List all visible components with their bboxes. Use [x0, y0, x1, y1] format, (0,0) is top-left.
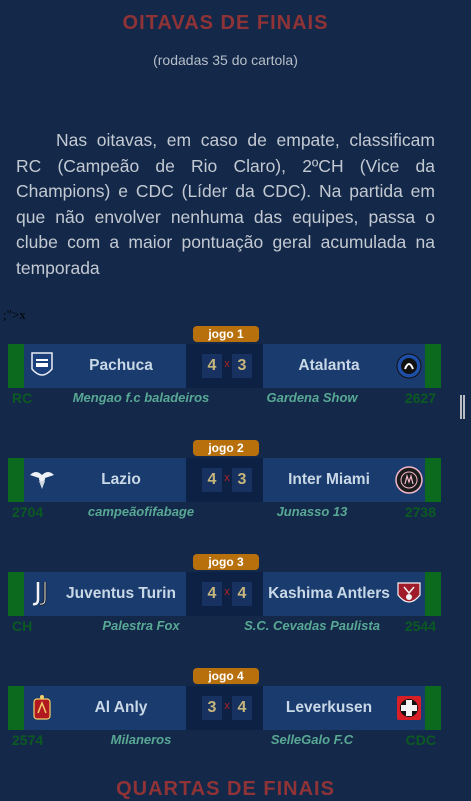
- away-score: 4: [232, 582, 252, 606]
- juventus-crest-icon: [28, 578, 56, 610]
- leverkusen-crest-icon: [395, 692, 423, 724]
- home-team[interactable]: Pachuca: [24, 344, 186, 388]
- vs-separator: x: [224, 700, 230, 712]
- match-row: Al Anly 3 x 4 Leverkusen: [8, 686, 441, 730]
- away-team[interactable]: Kashima Antlers: [263, 572, 425, 616]
- away-team[interactable]: Atalanta: [263, 344, 425, 388]
- home-score: 3: [202, 696, 222, 720]
- match-label-badge: jogo 1: [193, 326, 259, 342]
- match-row: Juventus Turin 4 x 4 Kashima Antlers: [8, 572, 441, 616]
- away-stripe: [425, 458, 441, 502]
- away-coach: S.C. Cevadas Paulista: [244, 618, 380, 633]
- rules-description: Nas oitavas, em caso de empate, classifi…: [16, 130, 435, 278]
- home-team-name: Lazio: [101, 471, 141, 488]
- match-row: Lazio 4 x 3 Inter Miami: [8, 458, 441, 502]
- home-coach: Mengao f.c baladeiros: [72, 390, 210, 405]
- match-card: jogo 1 Pachuca 4 x 3 Atalanta RC Mengao …: [0, 326, 451, 416]
- home-stripe: [8, 458, 24, 502]
- vs-separator: x: [224, 358, 230, 370]
- away-coach: Gardena Show: [266, 390, 358, 405]
- match-card: jogo 2 Lazio 4 x 3 Inter Miami 2704 camp…: [0, 440, 451, 530]
- match-label-badge: jogo 3: [193, 554, 259, 570]
- home-team[interactable]: Juventus Turin: [24, 572, 186, 616]
- al-ahly-crest-icon: [28, 692, 56, 724]
- home-coach: Palestra Fox: [102, 618, 180, 633]
- match-card: jogo 4 Al Anly 3 x 4 Leverkusen 2574 Mil…: [0, 668, 451, 758]
- inter-miami-crest-icon: [395, 464, 423, 496]
- scrollbar-handle[interactable]: [460, 395, 465, 419]
- home-score: 4: [202, 468, 222, 492]
- home-stripe: [8, 344, 24, 388]
- away-coach: Junasso 13: [276, 504, 348, 519]
- away-team[interactable]: Leverkusen: [263, 686, 425, 730]
- away-coach: SelleGalo F.C: [270, 732, 354, 747]
- home-team[interactable]: Lazio: [24, 458, 186, 502]
- match-card: jogo 3 Juventus Turin 4 x 4 Kashima Antl…: [0, 554, 451, 644]
- pachuca-crest-icon: [28, 350, 56, 382]
- away-stripe: [425, 344, 441, 388]
- home-coach: campeãofifabage: [87, 504, 195, 519]
- away-team-name: Atalanta: [298, 357, 360, 374]
- home-stripe: [8, 686, 24, 730]
- vs-separator: x: [224, 586, 230, 598]
- home-score: 4: [202, 582, 222, 606]
- vs-separator: x: [224, 472, 230, 484]
- home-team-name: Pachuca: [89, 357, 153, 374]
- away-code: 2738: [404, 504, 436, 520]
- kashima-crest-icon: [395, 578, 423, 610]
- home-team[interactable]: Al Anly: [24, 686, 186, 730]
- stray-markup-text: ;">x: [3, 307, 26, 322]
- away-score: 3: [232, 354, 252, 378]
- home-team-name: Al Anly: [94, 699, 148, 716]
- lazio-crest-icon: [28, 464, 56, 496]
- page-subtitle: (rodadas 35 do cartola): [153, 52, 298, 68]
- match-row: Pachuca 4 x 3 Atalanta: [8, 344, 441, 388]
- away-team-name: Leverkusen: [285, 699, 373, 716]
- home-stripe: [8, 572, 24, 616]
- away-team-name: Kashima Antlers: [268, 585, 390, 602]
- next-section-title: QUARTAS DE FINAIS: [116, 778, 335, 800]
- away-stripe: [425, 686, 441, 730]
- away-code: CDC: [405, 732, 436, 748]
- home-coach: Milaneros: [110, 732, 172, 747]
- home-team-name: Juventus Turin: [66, 585, 176, 602]
- away-team-name: Inter Miami: [288, 471, 370, 488]
- away-code: 2627: [404, 390, 436, 406]
- match-label-badge: jogo 2: [193, 440, 259, 456]
- away-team[interactable]: Inter Miami: [263, 458, 425, 502]
- atalanta-crest-icon: [395, 350, 423, 382]
- away-code: 2544: [404, 618, 436, 634]
- away-score: 3: [232, 468, 252, 492]
- match-label-badge: jogo 4: [193, 668, 259, 684]
- away-stripe: [425, 572, 441, 616]
- away-score: 4: [232, 696, 252, 720]
- page-title: OITAVAS DE FINAIS: [122, 12, 329, 34]
- home-score: 4: [202, 354, 222, 378]
